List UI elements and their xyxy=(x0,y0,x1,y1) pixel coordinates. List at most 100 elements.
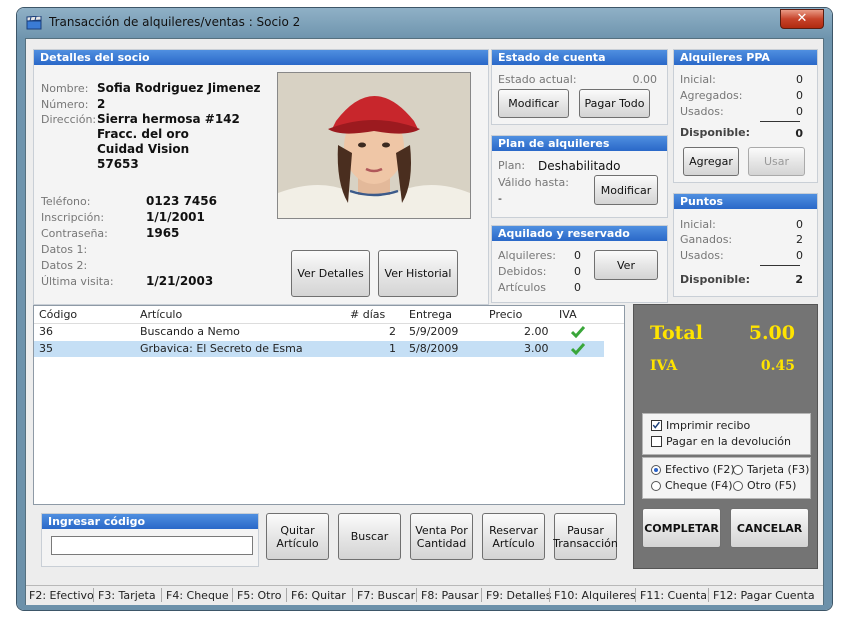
print-receipt-checkbox[interactable] xyxy=(651,420,662,431)
column-title[interactable]: Artículo xyxy=(140,308,182,321)
payment-card-label[interactable]: Tarjeta (F3) xyxy=(747,463,809,476)
member-phone: 0123 7456 xyxy=(146,194,217,208)
pay-on-return-label[interactable]: Pagar en la devolución xyxy=(666,435,791,448)
ppa-used-label: Usados: xyxy=(680,105,724,118)
pay-all-button[interactable]: Pagar Todo xyxy=(579,89,650,118)
fkey-f9[interactable]: F9: Detalles xyxy=(486,589,551,602)
column-due[interactable]: Entrega xyxy=(409,308,452,321)
points-initial-label: Inicial: xyxy=(680,218,716,231)
fkey-f5[interactable]: F5: Otro xyxy=(237,589,282,602)
title-bar: Transacción de alquileres/ventas : Socio… xyxy=(17,8,832,38)
member-number: 2 xyxy=(97,97,106,111)
client-area: Detalles del socio Nombre: Sofia Rodrigu… xyxy=(25,38,824,605)
points-used-label: Usados: xyxy=(680,249,724,262)
address-line-3: Cuidad Vision xyxy=(97,142,190,156)
fkey-f6[interactable]: F6: Quitar xyxy=(291,589,346,602)
window-title: Transacción de alquileres/ventas : Socio… xyxy=(49,15,301,29)
last-visit-label: Última visita: xyxy=(41,275,114,288)
member-panel: Detalles del socio Nombre: Sofia Rodrigu… xyxy=(33,49,489,305)
payment-check-label[interactable]: Cheque (F4) xyxy=(665,479,733,492)
view-history-button[interactable]: Ver Historial xyxy=(378,250,458,297)
phone-label: Teléfono: xyxy=(41,195,91,208)
close-button[interactable]: ✕ xyxy=(780,9,824,29)
valid-until-label: Válido hasta: xyxy=(498,176,569,189)
print-receipt-label[interactable]: Imprimir recibo xyxy=(666,419,750,432)
payment-other-radio[interactable] xyxy=(733,481,743,491)
fkey-separator xyxy=(481,588,482,602)
name-label: Nombre: xyxy=(41,82,89,95)
fkey-f4[interactable]: F4: Cheque xyxy=(166,589,229,602)
fkey-f12[interactable]: F12: Pagar Cuenta xyxy=(713,589,815,602)
payment-cash-label[interactable]: Efectivo (F2) xyxy=(665,463,735,476)
view-details-button[interactable]: Ver Detalles xyxy=(291,250,370,297)
ppa-sum-line xyxy=(760,121,800,122)
fkey-f11[interactable]: F11: Cuenta xyxy=(640,589,707,602)
ppa-add-button[interactable]: Agregar xyxy=(683,147,739,176)
member-password: 1965 xyxy=(146,226,180,240)
tax-value: 0.45 xyxy=(760,358,795,374)
fkey-separator xyxy=(93,588,94,602)
member-panel-header: Detalles del socio xyxy=(34,50,488,65)
number-label: Número: xyxy=(41,98,89,111)
payment-cash-radio[interactable] xyxy=(651,465,661,475)
fkey-f3[interactable]: F3: Tarjeta xyxy=(98,589,156,602)
member-last-visit: 1/21/2003 xyxy=(146,274,214,288)
remove-item-button[interactable]: Quitar Artículo xyxy=(266,513,329,560)
points-panel-header: Puntos xyxy=(674,194,817,209)
code-input[interactable] xyxy=(51,536,253,555)
code-entry-panel: Ingresar código xyxy=(41,513,259,567)
cancel-button[interactable]: CANCELAR xyxy=(730,508,809,548)
table-row[interactable]: 36 Buscando a Nemo 2 5/9/2009 2.00 xyxy=(34,324,604,340)
payment-other-label[interactable]: Otro (F5) xyxy=(747,479,796,492)
table-row[interactable]: 35 Grbavica: El Secreto de Esma 1 5/8/20… xyxy=(34,341,604,357)
column-price[interactable]: Precio xyxy=(489,308,522,321)
fkey-f10[interactable]: F10: Alquileres xyxy=(554,589,636,602)
row-title: Buscando a Nemo xyxy=(140,325,240,338)
fkey-separator xyxy=(286,588,287,602)
plan-label: Plan: xyxy=(498,159,526,172)
ppa-available-label: Disponible: xyxy=(680,126,750,139)
table-header: Código Artículo # días Entrega Precio IV… xyxy=(34,306,624,324)
ppa-initial: 0 xyxy=(796,73,803,86)
column-tax[interactable]: IVA xyxy=(559,308,577,321)
pause-transaction-button[interactable]: Pausar Transacción xyxy=(553,513,618,560)
owed-count: 0 xyxy=(574,265,581,278)
search-button[interactable]: Buscar xyxy=(338,513,401,560)
view-rentals-button[interactable]: Ver xyxy=(594,250,658,280)
address-line-1: Sierra hermosa #142 xyxy=(97,112,240,126)
total-value: 5.00 xyxy=(748,322,795,344)
plan-modify-button[interactable]: Modificar xyxy=(594,175,658,205)
member-signup: 1/1/2001 xyxy=(146,210,205,224)
points-earned: 2 xyxy=(796,233,803,246)
pay-on-return-checkbox[interactable] xyxy=(651,436,662,447)
tax-label: IVA xyxy=(650,358,678,374)
ppa-added: 0 xyxy=(796,89,803,102)
points-earned-label: Ganados: xyxy=(680,233,733,246)
payment-card-radio[interactable] xyxy=(733,465,743,475)
address-label: Dirección: xyxy=(41,113,97,126)
fkey-f2[interactable]: F2: Efectivo xyxy=(29,589,94,602)
complete-button[interactable]: COMPLETAR xyxy=(642,508,721,548)
quantity-sale-button[interactable]: Venta Por Cantidad xyxy=(410,513,473,560)
points-panel: Puntos Inicial: 0 Ganados: 2 Usados: 0 D… xyxy=(673,193,818,297)
column-code[interactable]: Código xyxy=(39,308,77,321)
fkey-f7[interactable]: F7: Buscar xyxy=(357,589,415,602)
column-days[interactable]: # días xyxy=(350,308,385,321)
reserve-item-button[interactable]: Reservar Artículo xyxy=(482,513,545,560)
account-state-label: Estado actual: xyxy=(498,73,577,86)
owed-label: Debidos: xyxy=(498,265,547,278)
ppa-use-button[interactable]: Usar xyxy=(748,147,805,176)
row-days: 2 xyxy=(389,325,396,338)
plan-value: Deshabilitado xyxy=(538,159,621,173)
account-modify-button[interactable]: Modificar xyxy=(498,89,569,118)
fkey-separator xyxy=(549,588,550,602)
rentals-label: Alquileres: xyxy=(498,249,556,262)
row-due: 5/9/2009 xyxy=(409,325,459,338)
fkey-f8[interactable]: F8: Pausar xyxy=(421,589,478,602)
check-icon xyxy=(571,326,585,338)
fkey-separator xyxy=(352,588,353,602)
row-price: 2.00 xyxy=(524,325,549,338)
row-due: 5/8/2009 xyxy=(409,342,459,355)
items-count: 0 xyxy=(574,281,581,294)
payment-check-radio[interactable] xyxy=(651,481,661,491)
